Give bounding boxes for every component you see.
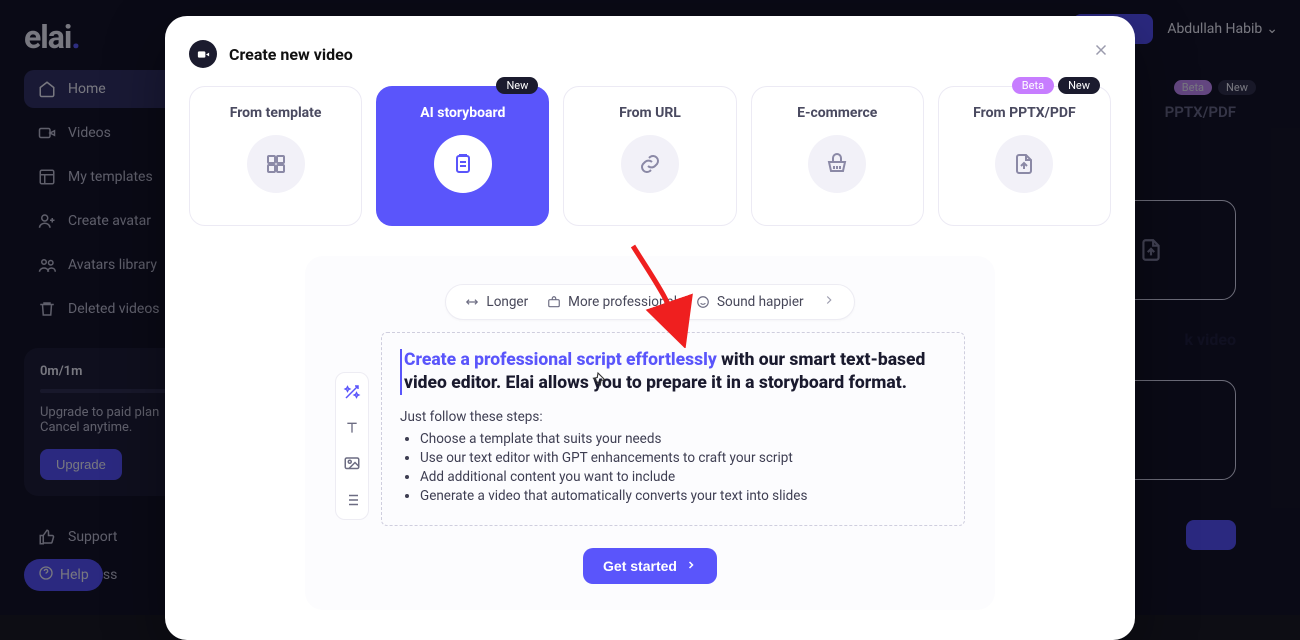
steps-intro: Just follow these steps: [400, 409, 946, 425]
expand-icon [464, 295, 479, 310]
chevron-right-icon [685, 558, 697, 574]
suggestion-more-professional[interactable]: More professional [546, 294, 677, 310]
option-label: E-commerce [797, 105, 877, 121]
option-e-commerce[interactable]: E-commerce [751, 86, 924, 226]
close-icon [1092, 41, 1110, 59]
option-from-pptx-pdf[interactable]: Beta New From PPTX/PDF [938, 86, 1111, 226]
button-label: Get started [603, 558, 677, 574]
suggestion-sound-happier[interactable]: Sound happier [695, 294, 804, 310]
smile-icon [695, 295, 710, 310]
editor-tool-rail [335, 372, 369, 520]
list-item: Choose a template that suits your needs [420, 431, 946, 447]
option-label: From template [230, 105, 322, 121]
option-from-url[interactable]: From URL [563, 86, 736, 226]
tool-image[interactable] [341, 453, 363, 475]
option-label: AI storyboard [420, 105, 505, 121]
suggestion-next[interactable] [822, 293, 836, 311]
suggestion-bar: Longer More professional Sound happier [445, 284, 854, 320]
editor-headline: Create a professional script effortlessl… [400, 349, 946, 395]
new-badge: New [1058, 77, 1100, 94]
script-editor[interactable]: Create a professional script effortlessl… [381, 332, 965, 526]
suggestion-label: Sound happier [717, 294, 804, 310]
video-camera-icon [189, 40, 217, 68]
file-upload-icon [995, 135, 1053, 193]
tool-magic[interactable] [341, 381, 363, 403]
suggestion-label: More professional [568, 294, 677, 310]
modal-overlay: Create new video From template New AI st… [0, 0, 1300, 615]
chevron-right-icon [822, 293, 836, 307]
option-from-template[interactable]: From template [189, 86, 362, 226]
briefcase-icon [546, 295, 561, 310]
suggestion-longer[interactable]: Longer [464, 294, 528, 310]
list-icon [343, 491, 361, 509]
option-label: From PPTX/PDF [973, 105, 1076, 121]
beta-badge: Beta [1012, 77, 1054, 94]
steps-list: Choose a template that suits your needs … [400, 431, 946, 504]
create-video-modal: Create new video From template New AI st… [165, 16, 1135, 640]
list-item: Use our text editor with GPT enhancement… [420, 450, 946, 466]
option-label: From URL [619, 105, 681, 121]
close-button[interactable] [1089, 38, 1113, 62]
new-badge: New [496, 77, 538, 94]
get-started-button[interactable]: Get started [583, 548, 717, 584]
list-item: Add additional content you want to inclu… [420, 469, 946, 485]
option-grid: From template New AI storyboard From URL [189, 86, 1111, 226]
modal-title: Create new video [229, 45, 353, 64]
storyboard-panel: Longer More professional Sound happier [305, 256, 995, 610]
basket-icon [808, 135, 866, 193]
magic-wand-icon [343, 383, 361, 401]
option-ai-storyboard[interactable]: New AI storyboard [376, 86, 549, 226]
headline-highlight: Create a professional script effortlessl… [404, 350, 717, 370]
suggestion-label: Longer [486, 294, 528, 310]
tool-list[interactable] [341, 489, 363, 511]
tool-text[interactable] [341, 417, 363, 439]
text-icon [344, 420, 360, 436]
clipboard-icon [434, 135, 492, 193]
image-icon [343, 455, 361, 473]
grid-icon [247, 135, 305, 193]
link-icon [621, 135, 679, 193]
list-item: Generate a video that automatically conv… [420, 488, 946, 504]
